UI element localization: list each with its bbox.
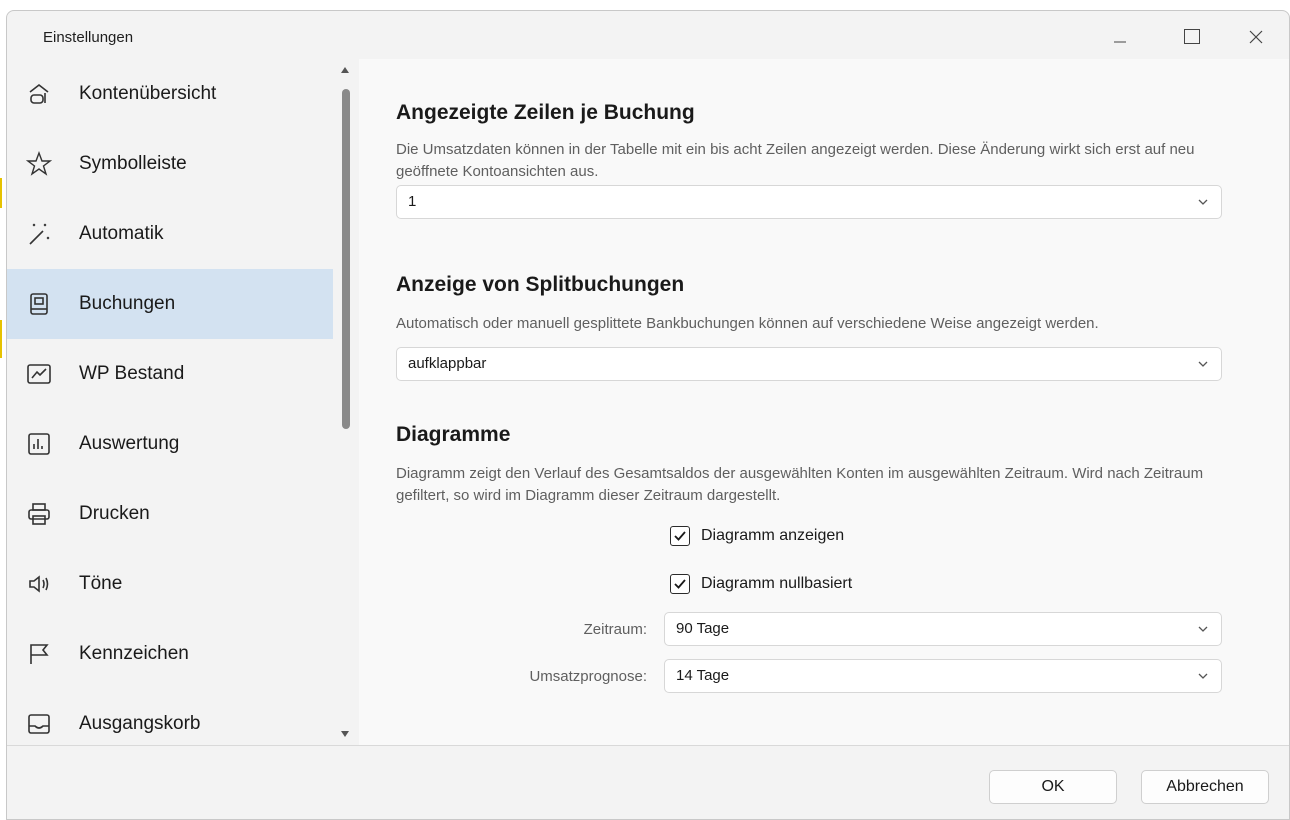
- bank-icon: [25, 80, 53, 108]
- rows-section-title: Angezeigte Zeilen je Buchung: [396, 101, 695, 124]
- forecast-label: Umsatzprognose:: [529, 668, 647, 685]
- rows-section-description: Die Umsatzdaten können in der Tabelle mi…: [396, 141, 1195, 180]
- sidebar-item-label: WP Bestand: [79, 363, 185, 384]
- bar-chart-icon: [25, 430, 53, 458]
- close-icon: [1249, 30, 1263, 44]
- scroll-up-arrow-icon[interactable]: [341, 67, 349, 73]
- minimize-button[interactable]: [1097, 21, 1143, 53]
- magic-wand-icon: [25, 220, 53, 248]
- period-select-value: 90 Tage: [676, 620, 730, 637]
- chevron-down-icon: [1198, 361, 1208, 367]
- forecast-select[interactable]: 14 Tage: [664, 659, 1222, 693]
- zero-based-checkbox[interactable]: [670, 574, 690, 594]
- sidebar-item-label: Kennzeichen: [79, 643, 189, 664]
- sidebar-item-label: Drucken: [79, 503, 150, 524]
- zero-based-checkbox-row[interactable]: Diagramm nullbasiert: [670, 574, 852, 594]
- settings-window: Einstellungen Kontenübersicht Symbolleis…: [6, 10, 1290, 820]
- sidebar-item-label: Kontenübersicht: [79, 83, 217, 104]
- split-section-description: Automatisch oder manuell gesplittete Ban…: [396, 315, 1099, 332]
- cancel-button[interactable]: Abbrechen: [1141, 770, 1269, 804]
- sidebar-item-kennzeichen[interactable]: Kennzeichen: [7, 619, 333, 689]
- scroll-thumb[interactable]: [342, 89, 350, 429]
- show-chart-checkbox[interactable]: [670, 526, 690, 546]
- sidebar-scrollbar[interactable]: [333, 59, 359, 745]
- sidebar-item-kontenuebersicht[interactable]: Kontenübersicht: [7, 59, 333, 129]
- sidebar-item-label: Ausgangskorb: [79, 713, 201, 734]
- edge-accent: [0, 178, 2, 208]
- show-chart-checkbox-row[interactable]: Diagramm anzeigen: [670, 526, 844, 546]
- chevron-down-icon: [1198, 626, 1208, 632]
- sidebar-item-label: Töne: [79, 573, 123, 594]
- checkmark-icon: [674, 531, 686, 541]
- maximize-button[interactable]: [1169, 21, 1215, 53]
- window-title: Einstellungen: [43, 29, 134, 46]
- edge-accent: [0, 320, 2, 358]
- star-icon: [25, 150, 53, 178]
- rows-select-value: 1: [408, 193, 417, 210]
- zero-based-label: Diagramm nullbasiert: [701, 575, 853, 592]
- sidebar-item-buchungen[interactable]: Buchungen: [7, 269, 333, 339]
- sidebar: Kontenübersicht Symbolleiste Automatik B…: [7, 59, 333, 745]
- close-button[interactable]: [1233, 21, 1279, 53]
- sidebar-item-auswertung[interactable]: Auswertung: [7, 409, 333, 479]
- rows-select[interactable]: 1: [396, 185, 1222, 219]
- sidebar-item-drucken[interactable]: Drucken: [7, 479, 333, 549]
- scroll-down-arrow-icon[interactable]: [341, 731, 349, 737]
- maximize-icon: [1184, 29, 1200, 44]
- flag-icon: [25, 640, 53, 668]
- sidebar-item-label: Auswertung: [79, 433, 180, 454]
- period-select[interactable]: 90 Tage: [664, 612, 1222, 646]
- ok-button[interactable]: OK: [989, 770, 1117, 804]
- chart-section-description: Diagramm zeigt den Verlauf des Gesamtsal…: [396, 465, 1204, 504]
- chart-line-icon: [25, 360, 53, 388]
- checkmark-icon: [674, 579, 686, 589]
- sidebar-item-symbolleiste[interactable]: Symbolleiste: [7, 129, 333, 199]
- forecast-select-value: 14 Tage: [676, 667, 730, 684]
- inbox-icon: [25, 710, 53, 738]
- settings-content: Angezeigte Zeilen je Buchung Die Umsatzd…: [359, 59, 1289, 745]
- split-select-value: aufklappbar: [408, 355, 487, 372]
- sidebar-item-label: Buchungen: [79, 293, 176, 314]
- sidebar-item-label: Symbolleiste: [79, 153, 187, 174]
- speaker-icon: [25, 570, 53, 598]
- chart-section-title: Diagramme: [396, 423, 511, 446]
- chevron-down-icon: [1198, 673, 1208, 679]
- dialog-footer: OK Abbrechen: [7, 745, 1289, 819]
- chevron-down-icon: [1198, 199, 1208, 205]
- split-section-title: Anzeige von Splitbuchungen: [396, 273, 685, 296]
- split-select[interactable]: aufklappbar: [396, 347, 1222, 381]
- show-chart-label: Diagramm anzeigen: [701, 527, 845, 544]
- sidebar-item-automatik[interactable]: Automatik: [7, 199, 333, 269]
- sidebar-item-toene[interactable]: Töne: [7, 549, 333, 619]
- book-icon: [25, 290, 53, 318]
- sidebar-item-wp-bestand[interactable]: WP Bestand: [7, 339, 333, 409]
- printer-icon: [25, 500, 53, 528]
- sidebar-item-label: Automatik: [79, 223, 164, 244]
- period-label: Zeitraum:: [583, 621, 647, 638]
- minimize-icon: [1114, 41, 1126, 43]
- title-bar: Einstellungen: [7, 11, 1289, 59]
